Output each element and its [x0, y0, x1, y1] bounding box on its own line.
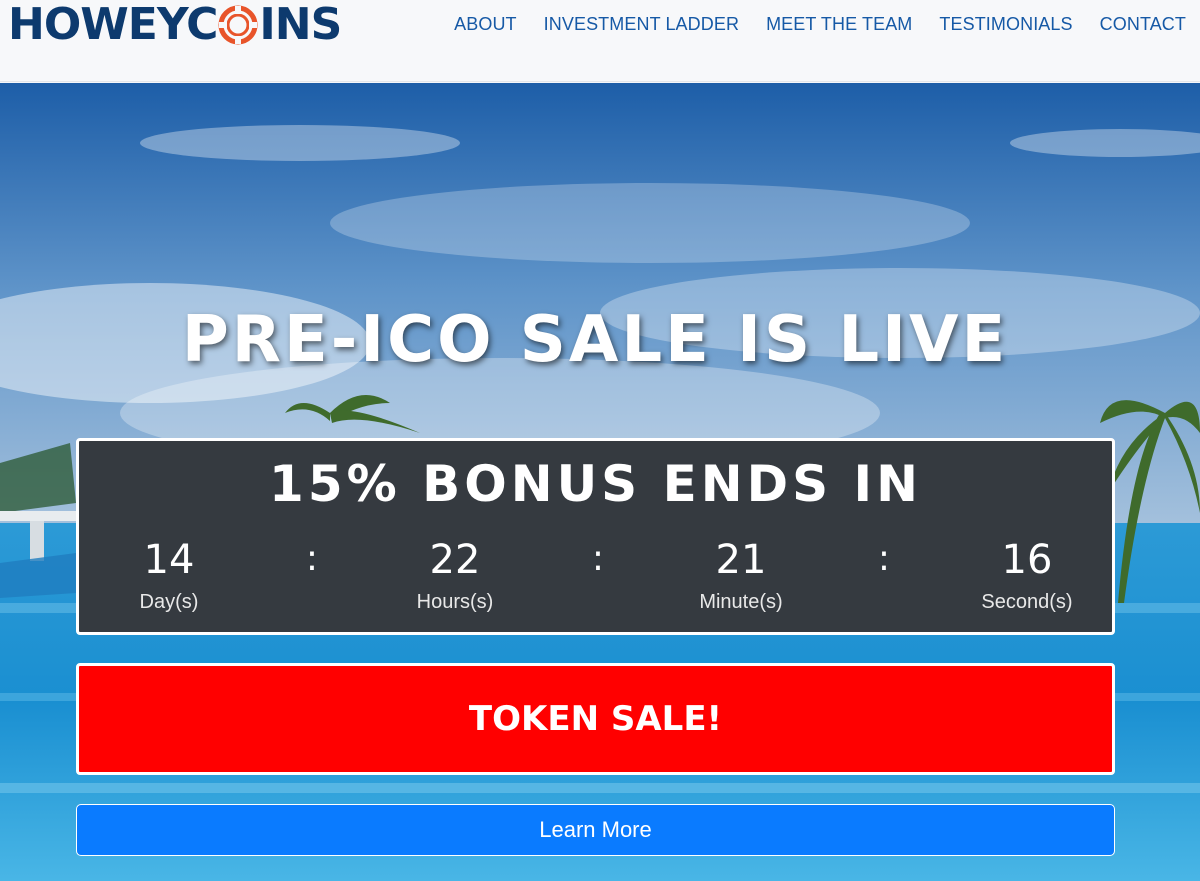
hero-section: PRE-ICO SALE IS LIVE 15% BONUS ENDS IN 1…	[0, 83, 1200, 881]
countdown-title: 15% BONUS ENDS IN	[269, 455, 922, 513]
token-sale-button[interactable]: TOKEN SALE!	[76, 663, 1115, 775]
logo-text-start: HOWEYC	[8, 0, 218, 50]
countdown-separator: :	[591, 538, 605, 579]
countdown-minutes-value: 21	[715, 537, 767, 583]
countdown-seconds-label: Second(s)	[981, 591, 1073, 613]
countdown-seconds-value: 16	[1001, 537, 1053, 583]
countdown-hours-label: Hours(s)	[416, 591, 494, 613]
bonus-countdown-panel: 15% BONUS ENDS IN 14 Day(s) : 22 Hours(s…	[76, 438, 1115, 635]
countdown-minutes-label: Minute(s)	[699, 591, 783, 613]
countdown-seconds: 16 Second(s)	[937, 537, 1117, 614]
nav-investment-ladder-link[interactable]: INVESTMENT LADDER	[544, 14, 739, 35]
countdown-days: 14 Day(s)	[79, 537, 259, 614]
main-nav: ABOUT INVESTMENT LADDER MEET THE TEAM TE…	[454, 14, 1186, 35]
top-navbar: HOWEYC INS ABOUT INVESTMENT LADDER MEET …	[0, 0, 1200, 82]
countdown-days-value: 14	[143, 537, 195, 583]
howeycoins-logo[interactable]: HOWEYC INS	[8, 0, 342, 50]
countdown-days-label: Day(s)	[139, 591, 199, 613]
countdown-hours: 22 Hours(s)	[365, 537, 545, 614]
countdown-minutes: 21 Minute(s)	[651, 537, 831, 614]
nav-about-link[interactable]: ABOUT	[454, 14, 517, 35]
countdown-separator: :	[305, 538, 319, 579]
coin-icon	[218, 5, 258, 45]
countdown-separator: :	[877, 538, 891, 579]
nav-testimonials-link[interactable]: TESTIMONIALS	[939, 14, 1072, 35]
nav-meet-the-team-link[interactable]: MEET THE TEAM	[766, 14, 912, 35]
logo-text-end: INS	[259, 0, 342, 50]
countdown-hours-value: 22	[429, 537, 481, 583]
nav-contact-link[interactable]: CONTACT	[1100, 14, 1186, 35]
learn-more-button[interactable]: Learn More	[76, 804, 1115, 856]
hero-headline: PRE-ICO SALE IS LIVE	[181, 303, 1009, 377]
